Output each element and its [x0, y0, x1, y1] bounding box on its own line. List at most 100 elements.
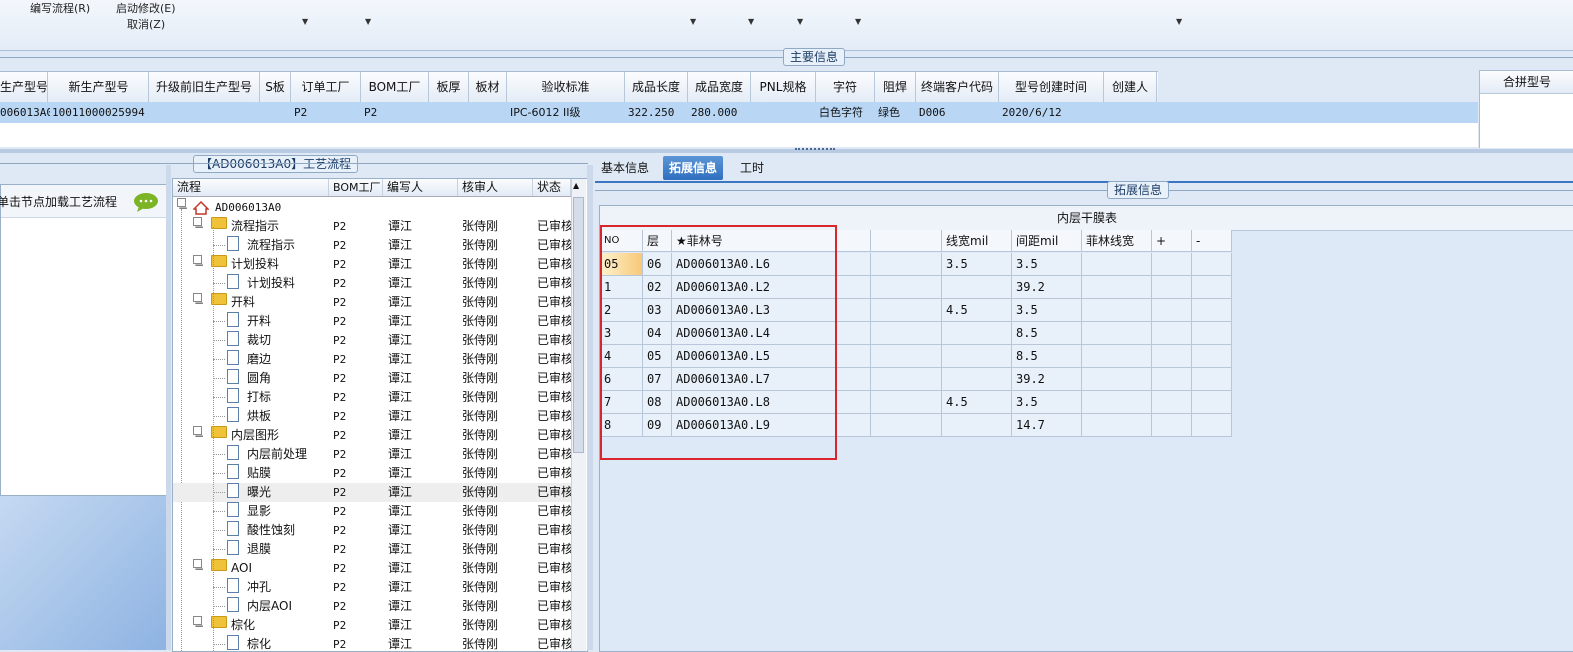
- ext-table-cell[interactable]: [942, 345, 1012, 368]
- main-info-row[interactable]: 006013A0 10011000025994 P2 P2 IPC-6012 II级 32…: [0, 102, 1478, 123]
- tree-row[interactable]: 圆角 P2 谭江 张侍刚 已审核: [173, 369, 571, 388]
- tree-row[interactable]: 烘板 P2 谭江 张侍刚 已审核: [173, 407, 571, 426]
- dropdown-arrow-icon[interactable]: ▼: [302, 17, 308, 26]
- tree-row[interactable]: − 计划投料 P2 谭江 张侍刚 已审核: [173, 255, 571, 274]
- ext-table-cell[interactable]: [1152, 391, 1192, 414]
- tree-row[interactable]: 退膜 P2 谭江 张侍刚 已审核: [173, 540, 571, 559]
- tree-row[interactable]: − 内层图形 P2 谭江 张侍刚 已审核: [173, 426, 571, 445]
- ext-table-cell[interactable]: [1082, 276, 1152, 299]
- ext-table-cell[interactable]: [1192, 345, 1232, 368]
- ext-table-cell[interactable]: 39.2: [1012, 368, 1082, 391]
- tree-row[interactable]: 冲孔 P2 谭江 张侍刚 已审核: [173, 578, 571, 597]
- column-header-writer[interactable]: 编写人: [383, 179, 458, 196]
- main-info-cell[interactable]: 322.250: [628, 102, 687, 123]
- main-info-column-header[interactable]: 验收标准: [507, 72, 625, 102]
- tree-row[interactable]: 内层AOI P2 谭江 张侍刚 已审核: [173, 597, 571, 616]
- ext-table-cell[interactable]: 3.5: [1012, 391, 1082, 414]
- main-info-cell[interactable]: P2: [294, 102, 360, 123]
- main-info-cell[interactable]: 2020/6/12: [1002, 102, 1103, 123]
- column-header-status[interactable]: 状态: [533, 179, 571, 196]
- scroll-thumb[interactable]: [573, 197, 584, 453]
- ext-table-cell[interactable]: [942, 414, 1012, 437]
- dropdown-arrow-icon[interactable]: ▼: [748, 17, 754, 26]
- tree-root-row[interactable]: − AD006013A0: [173, 198, 571, 217]
- ext-table-cell[interactable]: 4.5: [942, 299, 1012, 322]
- main-info-cell[interactable]: [472, 102, 506, 123]
- main-info-column-header[interactable]: S板: [260, 72, 291, 102]
- main-info-cell[interactable]: [263, 102, 290, 123]
- ext-column-header[interactable]: +: [1152, 230, 1192, 252]
- ext-table-cell[interactable]: [1192, 253, 1232, 276]
- ext-table-cell[interactable]: [1152, 322, 1192, 345]
- ext-table-cell[interactable]: [1082, 253, 1152, 276]
- chat-bubble-icon[interactable]: [133, 192, 159, 212]
- ext-table-cell[interactable]: [942, 276, 1012, 299]
- tree-row[interactable]: 裁切 P2 谭江 张侍刚 已审核: [173, 331, 571, 350]
- tab-work-hours[interactable]: 工时: [734, 156, 770, 180]
- ext-table-cell[interactable]: [1152, 253, 1192, 276]
- ext-table-cell[interactable]: [1152, 368, 1192, 391]
- main-info-cell[interactable]: D006: [919, 102, 998, 123]
- ext-table-cell[interactable]: [1152, 276, 1192, 299]
- ext-table-cell[interactable]: [1082, 345, 1152, 368]
- ext-table-cell[interactable]: [1082, 391, 1152, 414]
- dropdown-arrow-icon[interactable]: ▼: [690, 17, 696, 26]
- ext-table-cell[interactable]: [871, 299, 942, 322]
- main-info-cell[interactable]: 006013A0: [0, 102, 50, 123]
- tab-basic-info[interactable]: 基本信息: [595, 156, 655, 180]
- ext-table-cell[interactable]: [1152, 414, 1192, 437]
- main-info-column-header[interactable]: 板厚: [429, 72, 469, 102]
- tree-row[interactable]: 贴膜 P2 谭江 张侍刚 已审核: [173, 464, 571, 483]
- center-splitter[interactable]: [587, 165, 593, 650]
- start-modify-button[interactable]: 启动修改(E): [116, 0, 176, 16]
- ext-table-cell[interactable]: 3.5: [1012, 253, 1082, 276]
- ext-column-header[interactable]: 线宽mil: [942, 230, 1012, 252]
- main-info-column-header[interactable]: 成品宽度: [688, 72, 751, 102]
- main-info-column-header[interactable]: 字符: [816, 72, 875, 102]
- main-info-column-header[interactable]: 阻焊: [875, 72, 916, 102]
- ext-table-cell[interactable]: [1082, 414, 1152, 437]
- ext-table-cell[interactable]: [1082, 368, 1152, 391]
- tree-row[interactable]: − 棕化 P2 谭江 张侍刚 已审核: [173, 616, 571, 635]
- ext-table-cell[interactable]: [1152, 345, 1192, 368]
- scroll-up-arrow-icon[interactable]: ▲: [573, 181, 579, 190]
- ext-table-cell[interactable]: 14.7: [1012, 414, 1082, 437]
- ext-column-header[interactable]: 间距mil: [1012, 230, 1082, 252]
- tree-row[interactable]: 棕化 P2 谭江 张侍刚 已审核: [173, 635, 571, 651]
- ext-table-cell[interactable]: 4.5: [942, 391, 1012, 414]
- ext-table-cell[interactable]: [1192, 322, 1232, 345]
- tree-row[interactable]: 流程指示 P2 谭江 张侍刚 已审核: [173, 236, 571, 255]
- main-info-cell[interactable]: [1107, 102, 1156, 123]
- main-info-column-header[interactable]: 终端客户代码: [916, 72, 999, 102]
- ext-table-cell[interactable]: [942, 368, 1012, 391]
- main-info-cell[interactable]: [754, 102, 815, 123]
- ext-column-header[interactable]: -: [1192, 230, 1232, 252]
- column-header-process[interactable]: 流程: [173, 179, 329, 196]
- ext-table-cell[interactable]: 3.5: [942, 253, 1012, 276]
- main-info-cell[interactable]: IPC-6012 II级: [510, 102, 624, 123]
- tree-row[interactable]: 酸性蚀刻 P2 谭江 张侍刚 已审核: [173, 521, 571, 540]
- dropdown-arrow-icon[interactable]: ▼: [365, 17, 371, 26]
- tree-row[interactable]: 计划投料 P2 谭江 张侍刚 已审核: [173, 274, 571, 293]
- ext-table-cell[interactable]: [871, 345, 942, 368]
- tab-extended-info[interactable]: 拓展信息: [663, 156, 724, 180]
- tree-row[interactable]: 内层前处理 P2 谭江 张侍刚 已审核: [173, 445, 571, 464]
- ext-column-header[interactable]: [871, 230, 942, 252]
- left-splitter[interactable]: [166, 165, 171, 650]
- main-info-column-header[interactable]: 订单工厂: [291, 72, 361, 102]
- column-header-bom[interactable]: BOM工厂: [329, 179, 383, 196]
- tree-row[interactable]: 显影 P2 谭江 张侍刚 已审核: [173, 502, 571, 521]
- ext-table-cell[interactable]: 8.5: [1012, 345, 1082, 368]
- main-info-cell[interactable]: 绿色: [878, 102, 915, 123]
- main-info-column-header[interactable]: 创建人: [1104, 72, 1157, 102]
- ext-table-cell[interactable]: [1082, 322, 1152, 345]
- ext-table-cell[interactable]: [871, 253, 942, 276]
- cancel-button[interactable]: 取消(Z): [127, 16, 165, 32]
- ext-column-header[interactable]: 菲林线宽: [1082, 230, 1152, 252]
- main-info-column-header[interactable]: 升级前旧生产型号: [149, 72, 260, 102]
- main-info-column-header[interactable]: 板材: [469, 72, 507, 102]
- ext-table-cell[interactable]: [942, 322, 1012, 345]
- ext-table-cell[interactable]: [1192, 368, 1232, 391]
- ext-table-cell[interactable]: [1152, 299, 1192, 322]
- main-info-cell[interactable]: 280.000: [691, 102, 750, 123]
